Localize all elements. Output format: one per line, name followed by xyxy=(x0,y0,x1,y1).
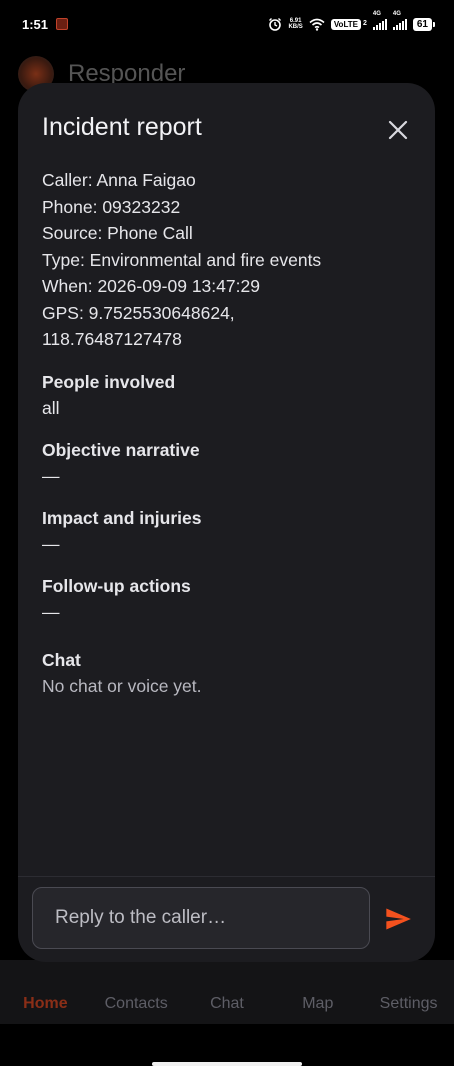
follow-up-actions-label: Follow-up actions xyxy=(42,575,191,596)
people-involved-label: People involved xyxy=(42,371,176,392)
close-icon xyxy=(388,120,408,140)
close-button[interactable] xyxy=(384,116,412,144)
status-time: 1:51 xyxy=(22,16,49,32)
people-involved-value: all xyxy=(42,397,60,418)
gps-line-continued: 118.76487127478 xyxy=(42,329,182,349)
chat-empty-text: No chat or voice yet. xyxy=(42,675,202,696)
signal-icon-sim2: 4G xyxy=(392,11,407,30)
nav-map[interactable]: Map xyxy=(273,995,363,1013)
nav-chat[interactable]: Chat xyxy=(182,995,272,1013)
home-indicator[interactable] xyxy=(152,1062,302,1066)
impact-injuries-label: Impact and injuries xyxy=(42,507,202,528)
caller-line: Caller: Anna Faigao xyxy=(42,170,196,190)
objective-narrative-value: — xyxy=(42,465,60,486)
send-icon xyxy=(386,908,411,930)
signal-icon-sim1: 4G xyxy=(372,11,387,30)
app-notification-icon xyxy=(56,18,69,30)
nav-settings[interactable]: Settings xyxy=(364,995,454,1013)
volte-badge: VoLTE xyxy=(330,18,361,30)
sheet-title: Incident report xyxy=(42,113,202,141)
status-bar: 1:51 6.91 KB/S VoLTE 2 4G 4G 61 xyxy=(0,0,454,48)
follow-up-actions-value: — xyxy=(42,601,60,622)
reply-input[interactable] xyxy=(32,887,370,949)
battery-icon: 61 xyxy=(412,17,436,31)
bottom-nav: Home Contacts Chat Map Settings xyxy=(0,960,454,1024)
incident-report-sheet: Incident report Caller: Anna Faigao Phon… xyxy=(18,83,435,962)
nav-home[interactable]: Home xyxy=(0,995,90,1013)
objective-narrative-label: Objective narrative xyxy=(42,439,200,460)
source-line: Source: Phone Call xyxy=(42,223,193,243)
send-button[interactable] xyxy=(384,905,412,933)
type-line: Type: Environmental and fire events xyxy=(42,249,322,270)
network-speed: 6.91 KB/S xyxy=(288,18,303,30)
reply-area xyxy=(18,876,435,962)
alarm-icon xyxy=(269,18,282,31)
phone-line: Phone: 09323232 xyxy=(42,196,181,217)
gps-line: GPS: 9.7525530648624, xyxy=(42,302,235,323)
nav-contacts[interactable]: Contacts xyxy=(91,995,181,1013)
when-line: When: 2026-09-09 13:47:29 xyxy=(42,276,260,296)
sim2-label: 2 xyxy=(362,20,367,27)
impact-injuries-value: — xyxy=(42,533,60,554)
chat-label: Chat xyxy=(42,649,81,670)
report-content: Caller: Anna Faigao Phone: 09323232 Sour… xyxy=(42,167,412,699)
wifi-icon xyxy=(309,18,325,31)
